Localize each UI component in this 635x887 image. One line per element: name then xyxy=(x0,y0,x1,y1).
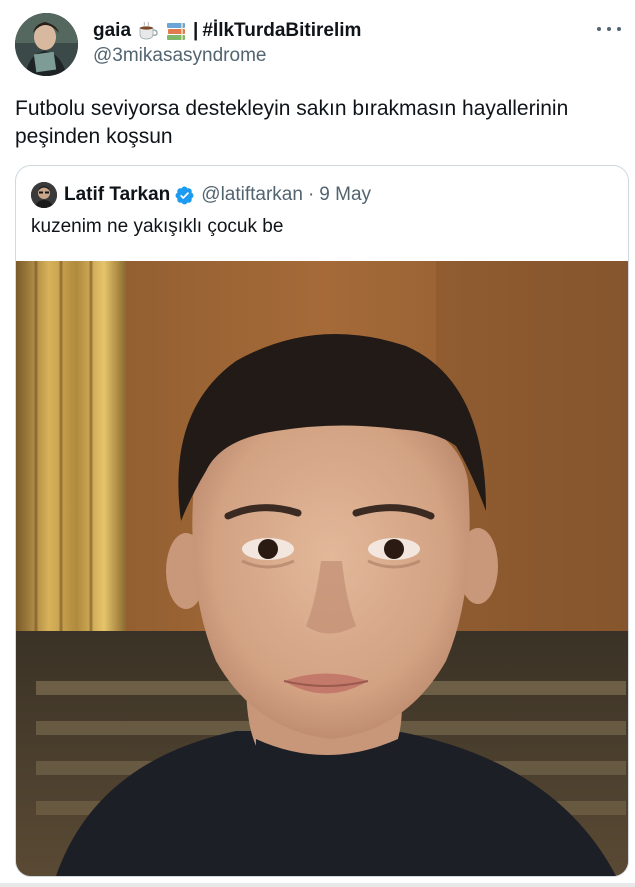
tweet-text: Futbolu seviyorsa destekleyin sakın bıra… xyxy=(15,97,569,148)
verified-badge-icon xyxy=(174,185,195,206)
author-handle[interactable]: @3mikasasyndrome xyxy=(93,45,266,67)
quoted-tweet-photo[interactable] xyxy=(16,261,628,876)
date-separator: · xyxy=(307,184,315,205)
author-name-row[interactable]: gaia | #İlkTurdaBitirelim xyxy=(93,18,361,44)
books-icon xyxy=(165,20,187,42)
more-options-icon[interactable] xyxy=(597,22,621,36)
author-display-name[interactable]: gaia xyxy=(93,20,131,42)
hot-beverage-icon xyxy=(137,20,159,42)
quoted-tweet-date[interactable]: 9 May xyxy=(319,184,371,206)
quoted-tweet-card[interactable]: Latif Tarkan @latiftarkan · 9 May kuzeni… xyxy=(15,165,629,877)
quoted-author-handle[interactable]: @latiftarkan xyxy=(201,184,303,206)
author-avatar[interactable] xyxy=(15,13,78,76)
quoted-tweet-header: Latif Tarkan @latiftarkan · 9 May xyxy=(64,182,371,208)
quoted-author-name[interactable]: Latif Tarkan xyxy=(64,184,170,206)
bottom-divider xyxy=(0,883,635,887)
name-separator: | xyxy=(193,20,199,41)
author-hashtag[interactable]: #İlkTurdaBitirelim xyxy=(202,20,361,42)
quoted-author-avatar[interactable] xyxy=(31,182,57,208)
quoted-tweet-text: kuzenim ne yakışıklı çocuk be xyxy=(31,216,284,237)
